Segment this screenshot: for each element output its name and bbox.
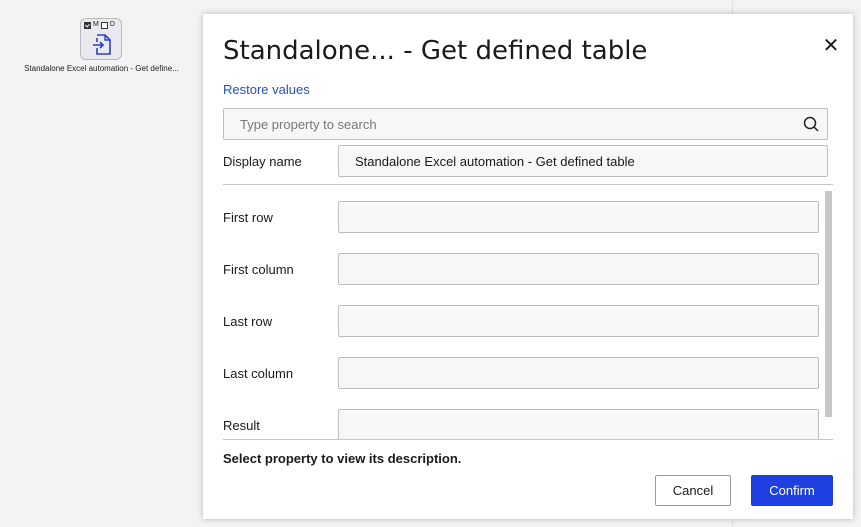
file-import-icon <box>93 34 111 55</box>
first-column-field[interactable] <box>338 253 819 285</box>
dialog-title: Standalone... - Get defined table <box>223 36 648 66</box>
properties-dialog: Standalone... - Get defined table ✕ Rest… <box>203 14 853 519</box>
node-caption: Standalone Excel automation - Get define… <box>24 64 179 73</box>
close-icon[interactable]: ✕ <box>821 36 841 56</box>
property-description: Select property to view its description. <box>223 451 462 466</box>
section-divider <box>223 184 833 185</box>
first-row-field[interactable] <box>338 201 819 233</box>
last-column-field[interactable] <box>338 357 819 389</box>
last-row-field[interactable] <box>338 305 819 337</box>
scrollbar[interactable] <box>825 191 832 417</box>
display-name-field[interactable] <box>338 145 828 177</box>
property-search <box>223 108 828 140</box>
first-column-label: First column <box>223 262 294 277</box>
result-label: Result <box>223 418 260 433</box>
node-flag-m-checkbox[interactable] <box>100 21 108 29</box>
footer-divider <box>223 439 833 440</box>
result-field-clip <box>338 409 819 439</box>
restore-values-link[interactable]: Restore values <box>223 82 310 97</box>
node-enabled-checkbox[interactable] <box>84 21 91 29</box>
last-column-label: Last column <box>223 366 294 381</box>
node-flag-m-label: M <box>93 21 99 28</box>
last-row-label: Last row <box>223 314 273 329</box>
node-flag-d-label: D <box>109 21 115 28</box>
search-input[interactable] <box>224 109 794 139</box>
confirm-button[interactable]: Confirm <box>751 475 833 506</box>
cancel-button[interactable]: Cancel <box>655 475 731 506</box>
result-field[interactable] <box>338 409 819 439</box>
search-icon[interactable] <box>803 116 819 132</box>
first-row-label: First row <box>223 210 273 225</box>
display-name-label: Display name <box>223 154 302 169</box>
node-flags: M D <box>84 21 115 29</box>
